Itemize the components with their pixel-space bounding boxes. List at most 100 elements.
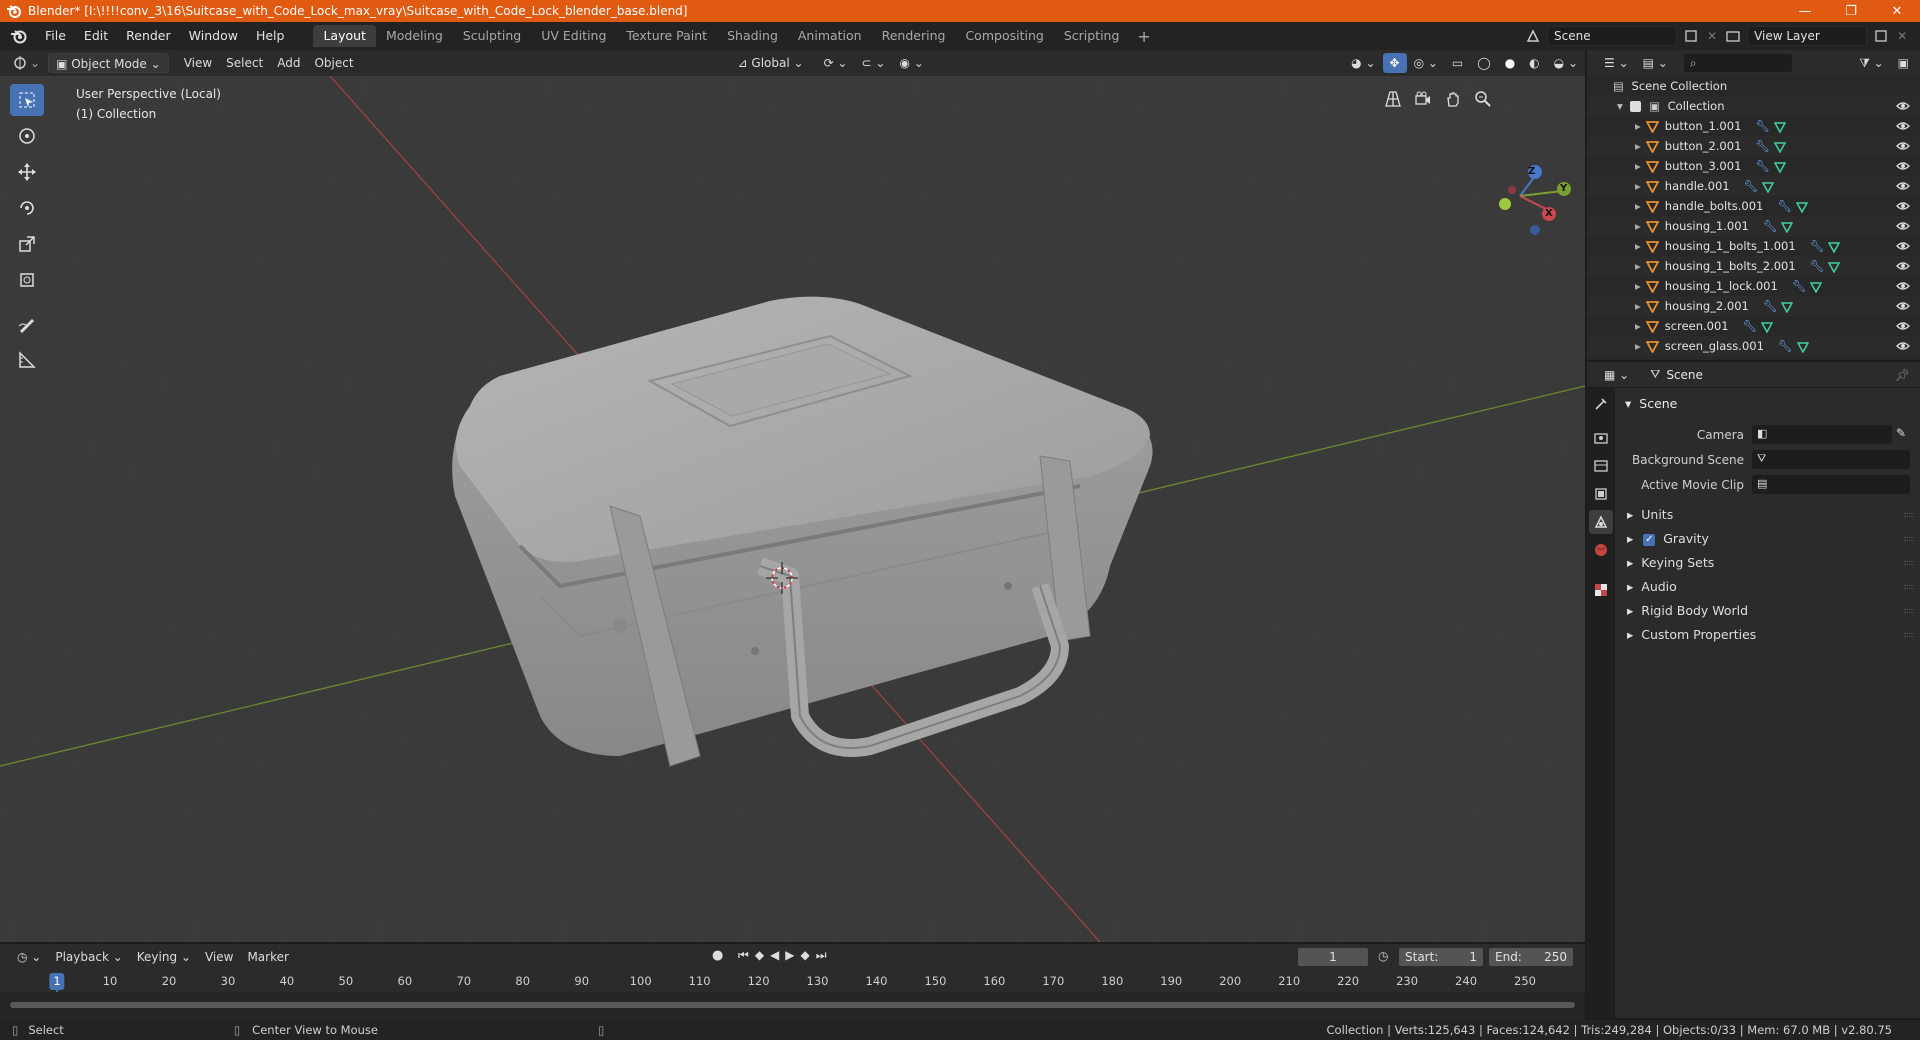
scene-icon[interactable] (1525, 28, 1541, 44)
scene-name-field[interactable]: Scene (1547, 26, 1677, 46)
mesh-data-icon[interactable] (1796, 341, 1809, 354)
zoom-view-icon[interactable] (1470, 86, 1496, 112)
outliner-object-row[interactable]: ▸ housing_1.001 🔧︎ (1587, 216, 1920, 236)
mesh-data-icon[interactable] (1810, 281, 1823, 294)
camera-field[interactable]: ◧ ✎ (1752, 425, 1906, 444)
background-scene-field[interactable]: ⛛ (1752, 450, 1910, 469)
drag-grip-icon[interactable] (1904, 513, 1914, 517)
tab-layout[interactable]: Layout (313, 25, 376, 47)
menu-view[interactable]: View (177, 53, 219, 73)
timeline-editor-type-icon[interactable]: ◷ ⌄ (10, 947, 48, 967)
record-icon[interactable]: ● (712, 948, 723, 963)
tab-texture-paint[interactable]: Texture Paint (616, 25, 717, 47)
pan-view-icon[interactable] (1440, 86, 1466, 112)
tab-rendering[interactable]: Rendering (872, 25, 956, 47)
menu-edit[interactable]: Edit (75, 22, 117, 50)
outliner-object-row[interactable]: ▸ screen_glass.001 🔧︎ (1587, 336, 1920, 356)
display-mode-icon[interactable]: ▤ ⌄ (1636, 53, 1675, 73)
new-view-layer-icon[interactable] (1873, 28, 1889, 44)
modifier-wrench-icon[interactable]: 🔧︎ (1763, 219, 1778, 233)
eye-icon[interactable] (1896, 319, 1910, 333)
outliner-object-row[interactable]: ▸ handle.001 🔧︎ (1587, 176, 1920, 196)
mesh-data-icon[interactable] (1773, 161, 1787, 174)
transform-orientation-dropdown[interactable]: ⊿ Global ⌄ (731, 53, 811, 73)
tool-tab-icon[interactable] (1589, 392, 1613, 416)
expand-arrow-icon[interactable]: ▸ (1635, 299, 1641, 313)
drag-grip-icon[interactable] (1904, 633, 1914, 637)
eye-icon[interactable] (1896, 159, 1910, 173)
eye-icon[interactable] (1896, 219, 1910, 233)
add-workspace-button[interactable]: + (1129, 27, 1158, 46)
toggle-grid-icon[interactable] (1380, 86, 1406, 112)
new-collection-icon[interactable]: ▣ (1891, 53, 1916, 73)
snap-icon[interactable]: ⊂ ⌄ (855, 53, 893, 73)
menu-file[interactable]: File (36, 22, 75, 50)
menu-select[interactable]: Select (219, 53, 270, 73)
expand-arrow-icon[interactable]: ▸ (1635, 339, 1641, 353)
menu-help[interactable]: Help (247, 22, 294, 50)
collapse-arrow-icon[interactable]: ▾ (1617, 99, 1623, 113)
outliner-collection[interactable]: ▾ ▣ Collection (1587, 96, 1920, 116)
render-tab-icon[interactable] (1589, 426, 1613, 450)
drag-grip-icon[interactable] (1904, 609, 1914, 613)
end-frame-field[interactable]: End: 250 (1488, 947, 1574, 967)
world-tab-icon[interactable] (1589, 538, 1613, 562)
outliner-object-row[interactable]: ▸ button_1.001 🔧︎ (1587, 116, 1920, 136)
play-icon[interactable]: ▶ (785, 948, 800, 962)
drag-grip-icon[interactable] (1904, 561, 1914, 565)
outliner-object-row[interactable]: ▸ housing_1_lock.001 🔧︎ (1587, 276, 1920, 296)
tab-sculpting[interactable]: Sculpting (453, 25, 531, 47)
pin-icon[interactable]: 📌︎ (1895, 368, 1910, 382)
maximize-button[interactable]: ❐ (1828, 0, 1874, 22)
outliner-editor-type-icon[interactable]: ☰ ⌄ (1597, 53, 1636, 73)
expand-arrow-icon[interactable]: ▸ (1635, 179, 1641, 193)
modifier-wrench-icon[interactable]: 🔧︎ (1755, 139, 1770, 153)
stopwatch-icon[interactable]: ◷ (1378, 949, 1388, 963)
outliner-object-row[interactable]: ▸ button_3.001 🔧︎ (1587, 156, 1920, 176)
eye-icon[interactable] (1896, 239, 1910, 253)
expand-arrow-icon[interactable]: ▸ (1635, 139, 1641, 153)
next-keyframe-icon[interactable]: ◆ (801, 948, 816, 962)
modifier-wrench-icon[interactable]: 🔧︎ (1763, 299, 1778, 313)
eye-icon[interactable] (1896, 279, 1910, 293)
mesh-data-icon[interactable] (1761, 181, 1775, 194)
expand-arrow-icon[interactable]: ▸ (1635, 319, 1641, 333)
modifier-wrench-icon[interactable]: 🔧︎ (1755, 119, 1770, 133)
move-tool[interactable] (10, 156, 44, 188)
proportional-edit-icon[interactable]: ◉ ⌄ (892, 53, 930, 73)
playhead-frame-marker[interactable]: 1 (49, 973, 65, 990)
keying-menu[interactable]: Keying ⌄ (130, 947, 198, 967)
outliner-object-row[interactable]: ▸ housing_1_bolts_1.001 🔧︎ (1587, 236, 1920, 256)
eye-icon[interactable] (1896, 139, 1910, 153)
eyedropper-icon[interactable]: ✎ (1896, 426, 1906, 440)
mesh-data-icon[interactable] (1773, 141, 1787, 154)
expand-arrow-icon[interactable]: ▸ (1635, 159, 1641, 173)
modifier-wrench-icon[interactable]: 🔧︎ (1810, 239, 1825, 253)
tab-modeling[interactable]: Modeling (376, 25, 453, 47)
modifier-wrench-icon[interactable]: 🔧︎ (1792, 279, 1807, 293)
drag-grip-icon[interactable] (1904, 585, 1914, 589)
mesh-data-icon[interactable] (1828, 261, 1841, 274)
modifier-wrench-icon[interactable]: 🔧︎ (1743, 319, 1758, 333)
active-movie-clip-field[interactable]: ▤ (1752, 475, 1910, 494)
modifier-wrench-icon[interactable]: 🔧︎ (1744, 179, 1759, 193)
mesh-data-icon[interactable] (1773, 121, 1787, 134)
solid-shading-icon[interactable]: ● (1498, 53, 1522, 73)
keying-sets-subpanel[interactable]: ▸ Keying Sets (1617, 551, 1920, 575)
eye-icon[interactable] (1896, 119, 1910, 133)
modifier-wrench-icon[interactable]: 🔧︎ (1810, 259, 1825, 273)
marker-menu[interactable]: Marker (240, 947, 295, 967)
audio-subpanel[interactable]: ▸ Audio (1617, 575, 1920, 599)
pivot-point-icon[interactable]: ⟳ ⌄ (817, 53, 855, 73)
menu-render[interactable]: Render (117, 22, 180, 50)
measure-tool[interactable] (10, 344, 44, 376)
delete-scene-icon[interactable]: ✕ (1707, 29, 1717, 43)
rendered-shading-icon[interactable]: ◒ ⌄ (1547, 53, 1585, 73)
eye-icon[interactable] (1896, 339, 1910, 353)
jump-end-icon[interactable]: ⏭ (816, 948, 833, 962)
timeline-view-menu[interactable]: View (198, 947, 240, 967)
mesh-data-icon[interactable] (1781, 221, 1794, 234)
outliner-scene-collection[interactable]: ▤ Scene Collection (1587, 76, 1920, 96)
modifier-wrench-icon[interactable]: 🔧︎ (1777, 199, 1792, 213)
mesh-data-icon[interactable] (1781, 301, 1794, 314)
